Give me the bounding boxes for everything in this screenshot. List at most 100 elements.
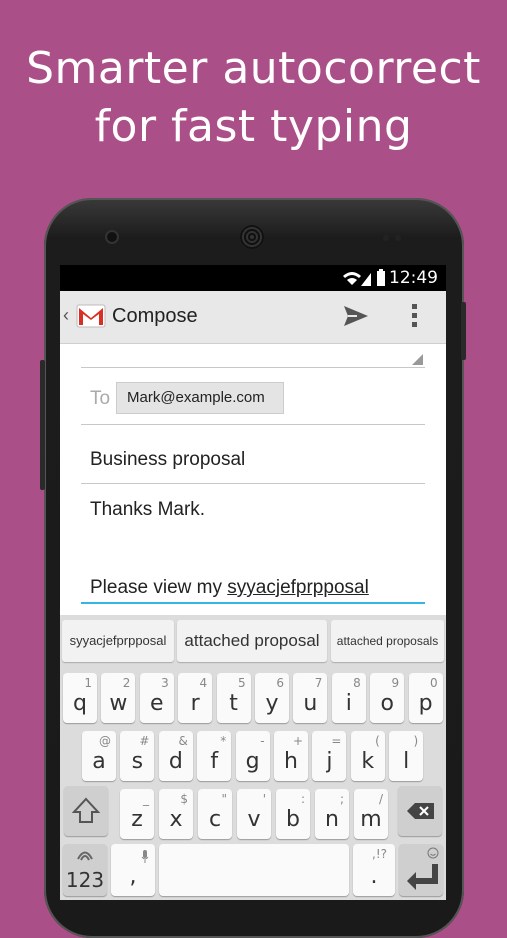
shift-key[interactable] (64, 786, 108, 836)
overflow-menu-icon[interactable] (410, 303, 420, 329)
key-hint: 9 (391, 676, 400, 690)
key-c[interactable]: " c (198, 789, 232, 839)
screen-title: Compose (112, 305, 198, 327)
key-label: d (168, 749, 183, 774)
key-h[interactable]: + h (274, 731, 308, 781)
key-x[interactable]: $ x (159, 789, 193, 839)
key-hint: - (260, 734, 265, 748)
numbers-key-label: 123 (65, 868, 105, 892)
key-hint: 2 (122, 676, 131, 690)
key-d[interactable]: & d (158, 731, 193, 781)
comma-key[interactable]: , (111, 844, 155, 896)
recipient-chip[interactable]: Mark@example.com (116, 382, 284, 414)
backspace-icon (407, 803, 434, 819)
key-hint: 7 (314, 676, 323, 690)
key-hint: = (331, 734, 342, 748)
key-label: h (284, 749, 298, 774)
space-key[interactable] (159, 844, 349, 896)
key-hint: 8 (353, 676, 361, 690)
key-s[interactable]: # s (120, 731, 155, 781)
key-label: o (380, 691, 394, 716)
key-v[interactable]: ' v (237, 789, 271, 839)
wifi-icon-inner (347, 278, 357, 285)
key-o[interactable]: 9o (370, 673, 405, 723)
key-hint: / (378, 792, 383, 806)
shift-icon (71, 797, 101, 823)
up-arrow-icon[interactable]: ‹ (63, 305, 69, 326)
key-hint: 3 (161, 676, 169, 690)
key-label: g (245, 749, 260, 774)
key-label: i (345, 691, 352, 716)
key-hint: ' (262, 792, 266, 806)
from-field-line (81, 367, 425, 368)
key-label: u (303, 691, 318, 716)
speaker-grille (240, 225, 264, 249)
key-n[interactable]: ; n (315, 789, 349, 839)
key-label: m (360, 807, 382, 832)
suggestion-3[interactable]: attached proposals (331, 620, 444, 662)
key-hint: _ (143, 792, 149, 806)
key-label: r (190, 691, 200, 716)
key-hint: 1 (84, 676, 92, 690)
key-label: q (73, 691, 87, 716)
key-j[interactable]: = j (312, 731, 347, 781)
key-y[interactable]: 6y (255, 673, 289, 723)
key-hint: ( (375, 734, 380, 748)
period-key-hint: ,!? (372, 847, 387, 861)
key-i[interactable]: 8i (331, 673, 366, 723)
phone-screen: 12:49 ‹ Compose To Mark@example.com Busi… (60, 265, 446, 900)
key-hint: 5 (237, 676, 246, 690)
key-z[interactable]: _ z (120, 789, 154, 839)
key-u[interactable]: 7u (293, 673, 328, 723)
typed-word: syyacjefprpposal (227, 577, 369, 598)
headline-line-1: Smarter autocorrect (26, 43, 481, 94)
key-b[interactable]: :b (276, 789, 310, 839)
key-f[interactable]: * f (197, 731, 232, 781)
keyboard: syyacjefprpposal attached proposal attac… (60, 615, 446, 900)
swiftkey-logo-icon (77, 851, 93, 861)
key-a[interactable]: @ a (82, 731, 116, 781)
key-hint: ) (413, 734, 419, 748)
key-l[interactable]: ) l (389, 731, 424, 781)
key-label: s (131, 749, 144, 774)
enter-key[interactable] (399, 844, 443, 896)
key-e[interactable]: 3e (139, 673, 174, 723)
key-hint: # (139, 734, 150, 748)
from-dropdown-icon[interactable] (412, 354, 423, 365)
to-label: To (90, 388, 111, 409)
key-g[interactable]: -g (235, 731, 270, 781)
key-label: p (418, 691, 433, 716)
subject-field[interactable]: Business proposal (90, 449, 245, 471)
key-label: t (229, 691, 238, 716)
key-m[interactable]: / m (354, 789, 388, 839)
suggestion-2[interactable]: attached proposal (177, 620, 327, 662)
key-w[interactable]: 2w (101, 673, 136, 723)
key-r[interactable]: 4r (178, 673, 213, 723)
key-label: j (326, 749, 333, 774)
key-k[interactable]: (k (350, 731, 385, 781)
battery-icon (377, 271, 385, 286)
backspace-key[interactable] (398, 786, 442, 836)
key-hint: @ (99, 734, 111, 748)
suggestion-1[interactable]: syyacjefprpposal (62, 620, 174, 662)
key-label: z (131, 807, 143, 832)
status-time: 12:49 (389, 268, 438, 288)
body-text: Please view my (90, 577, 228, 598)
key-t[interactable]: 5t (216, 673, 251, 723)
key-hint: + (292, 734, 303, 748)
subject-field-line (81, 483, 425, 484)
body-line-2[interactable]: Please view my syyacjefprpposal (90, 577, 369, 599)
to-field-line (81, 424, 425, 425)
numbers-key[interactable]: 123 (63, 844, 107, 896)
send-icon[interactable] (343, 305, 369, 327)
key-label: v (247, 807, 261, 832)
volume-button (40, 360, 45, 490)
key-label: b (286, 807, 300, 832)
key-hint: " (221, 792, 227, 806)
key-q[interactable]: 1q (63, 673, 97, 723)
gmail-icon[interactable] (76, 301, 106, 331)
sensor-dot (395, 235, 401, 241)
key-p[interactable]: 0p (408, 673, 443, 723)
body-line-1[interactable]: Thanks Mark. (90, 499, 205, 521)
period-key[interactable]: ,!? . (353, 844, 395, 896)
